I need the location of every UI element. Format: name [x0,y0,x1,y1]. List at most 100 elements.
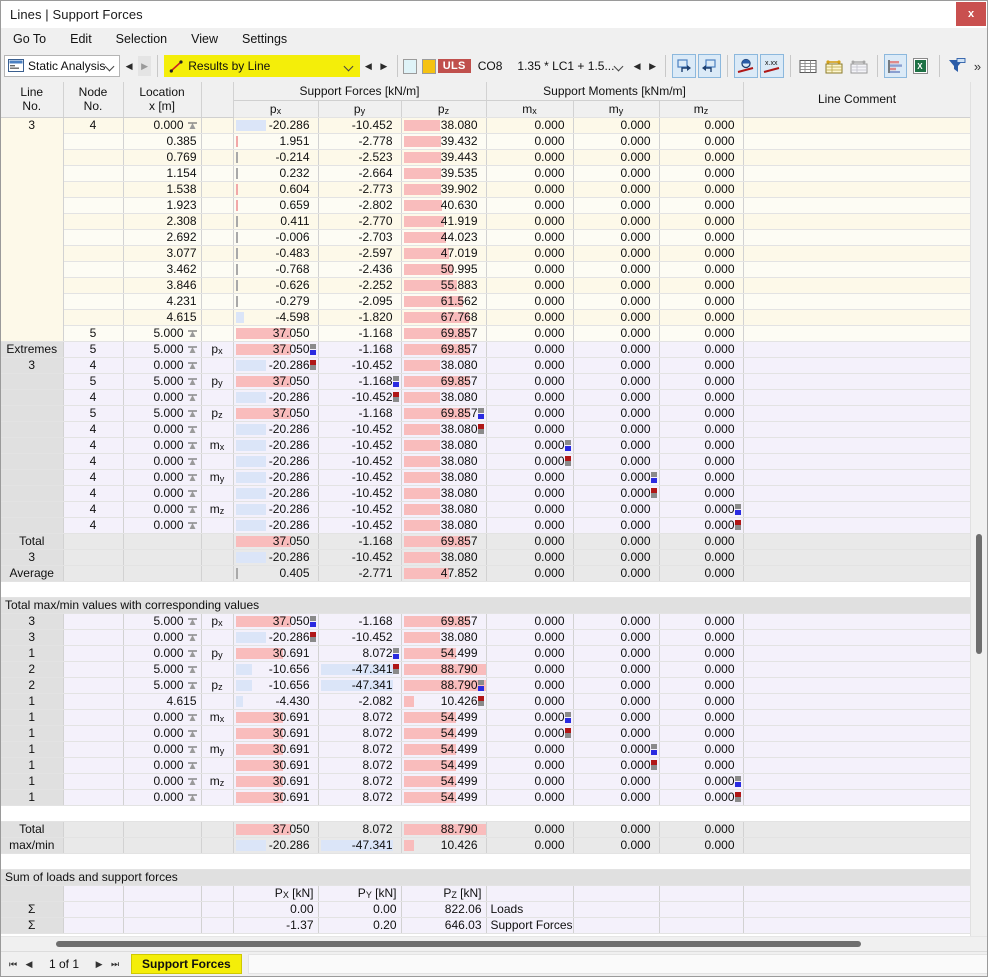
cell-mz[interactable]: 0.000 [659,245,743,261]
cell-pz[interactable]: 69.857 [401,533,486,549]
cell-px[interactable]: -20.286 [233,469,318,485]
cell-line-comment[interactable] [743,693,971,709]
cell-mz[interactable]: 0.000 [659,517,743,533]
cell-py[interactable]: -10.452 [318,357,401,373]
table-row[interactable]: 1.1540.232-2.66439.5350.0000.0000.000 [1,165,971,181]
table-row[interactable]: 340.000-20.286-10.45238.0800.0000.0000.0… [1,117,971,133]
cell-my[interactable]: 0.000 [573,741,659,757]
cell-mz[interactable]: 0.000 [659,213,743,229]
cell-pz[interactable]: 38.080 [401,117,486,133]
cell-py[interactable]: 8.072 [318,757,401,773]
cell-py[interactable]: 8.072 [318,709,401,725]
table-row[interactable]: 3.846-0.626-2.25255.8830.0000.0000.000 [1,277,971,293]
cell-px[interactable]: 0.405 [233,565,318,581]
table-row[interactable]: 0.769-0.214-2.52339.4430.0000.0000.000 [1,149,971,165]
cell-mz[interactable]: 0.000 [659,677,743,693]
cell-mx[interactable]: 0.000 [486,133,573,149]
cell-py[interactable]: -2.778 [318,133,401,149]
cell-line-comment[interactable] [743,677,971,693]
loadcase-next-button[interactable]: ▶ [646,56,659,76]
cell-pz[interactable]: 40.630 [401,197,486,213]
cell-pz[interactable]: 10.426 [401,837,486,853]
sum-row[interactable]: Σ-1.370.20646.03Support Forces [1,917,971,933]
cell-mx[interactable]: 0.000 [486,549,573,565]
cell-pz[interactable]: 69.857 [401,405,486,421]
table-row[interactable]: 10.00030.6918.07254.4990.0000.0000.000 [1,757,971,773]
cell-mx[interactable]: 0.000 [486,325,573,341]
cell-my[interactable]: 0.000 [573,565,659,581]
cell-mx[interactable]: 0.000 [486,485,573,501]
loadcase-prev-button[interactable]: ◀ [630,56,643,76]
cell-px[interactable]: -0.626 [233,277,318,293]
cell-line-comment[interactable] [743,197,971,213]
cell-line-comment[interactable] [743,309,971,325]
cell-py[interactable]: -47.341 [318,661,401,677]
table-row[interactable]: 0.3851.951-2.77839.4320.0000.0000.000 [1,133,971,149]
load-expression-combo[interactable]: 1.35 * LC1 + 1.5... [510,55,628,77]
cell-pz[interactable]: 54.499 [401,773,486,789]
cell-py[interactable]: -2.082 [318,693,401,709]
cell-px[interactable]: -20.286 [233,389,318,405]
cell-line-comment[interactable] [743,661,971,677]
cell-mz[interactable]: 0.000 [659,197,743,213]
cell-pz[interactable]: 47.852 [401,565,486,581]
cell-mx[interactable]: 0.000 [486,693,573,709]
vertical-scroll-thumb[interactable] [976,534,982,654]
table-row[interactable]: 40.000mz-20.286-10.45238.0800.0000.0000.… [1,501,971,517]
cell-mx[interactable]: 0.000 [486,341,573,357]
cell-px[interactable]: -20.286 [233,517,318,533]
menu-item-settings[interactable]: Settings [238,30,297,48]
cell-mz[interactable]: 0.000 [659,501,743,517]
cell-pz[interactable]: 39.443 [401,149,486,165]
cell-my[interactable]: 0.000 [573,613,659,629]
cell-py[interactable]: -1.168 [318,613,401,629]
cell-line-comment[interactable] [743,645,971,661]
cell-my[interactable]: 0.000 [573,133,659,149]
table-row[interactable]: 55.00037.050-1.16869.8570.0000.0000.000 [1,325,971,341]
cell-line-comment[interactable] [743,613,971,629]
cell-px[interactable]: -4.430 [233,693,318,709]
cell-mz[interactable]: 0.000 [659,485,743,501]
cell-px[interactable]: -20.286 [233,837,318,853]
cell-py[interactable]: -10.452 [318,501,401,517]
chevron-down-icon[interactable] [105,61,116,72]
cell-pz[interactable]: 54.499 [401,757,486,773]
table-row[interactable]: 40.000-20.286-10.45238.0800.0000.0000.00… [1,389,971,405]
cell-my[interactable]: 0.000 [573,837,659,853]
cell-pz[interactable]: 88.790 [401,661,486,677]
cell-line-comment[interactable] [743,725,971,741]
analysis-next-button[interactable]: ▶ [138,56,151,76]
cell-pz[interactable]: 50.995 [401,261,486,277]
cell-my[interactable]: 0.000 [573,821,659,837]
cell-py[interactable]: -47.341 [318,837,401,853]
cell-line-comment[interactable] [743,165,971,181]
cell-px[interactable]: -10.656 [233,661,318,677]
cell-my[interactable]: 0.000 [573,213,659,229]
cell-px[interactable]: -4.598 [233,309,318,325]
cell-line-comment[interactable] [743,149,971,165]
cell-py[interactable]: -10.452 [318,485,401,501]
cell-px[interactable]: -0.483 [233,245,318,261]
cell-my[interactable]: 0.000 [573,453,659,469]
cell-line-comment[interactable] [743,757,971,773]
col-header-pz[interactable]: pz [401,100,486,117]
cell-py[interactable]: -1.168 [318,341,401,357]
cell-my[interactable]: 0.000 [573,693,659,709]
cell-mz[interactable]: 0.000 [659,373,743,389]
filter-button[interactable] [945,54,968,78]
col-header-mz[interactable]: mz [659,100,743,117]
table-row[interactable]: Extremes55.000px37.050-1.16869.8570.0000… [1,341,971,357]
cell-pz[interactable]: 54.499 [401,789,486,805]
cell-pz[interactable]: 38.080 [401,357,486,373]
cell-mx[interactable]: 0.000 [486,213,573,229]
cell-mz[interactable]: 0.000 [659,469,743,485]
cell-pz[interactable]: 38.080 [401,453,486,469]
toolbar-overflow-button[interactable]: » [971,59,984,74]
results-next-button[interactable]: ▶ [377,56,390,76]
cell-mx[interactable]: 0.000 [486,357,573,373]
table-settings-button[interactable] [796,54,819,78]
cell-px[interactable]: -0.768 [233,261,318,277]
table-row[interactable]: 30.000-20.286-10.45238.0800.0000.0000.00… [1,629,971,645]
cell-px[interactable]: -20.286 [233,501,318,517]
cell-my[interactable]: 0.000 [573,341,659,357]
